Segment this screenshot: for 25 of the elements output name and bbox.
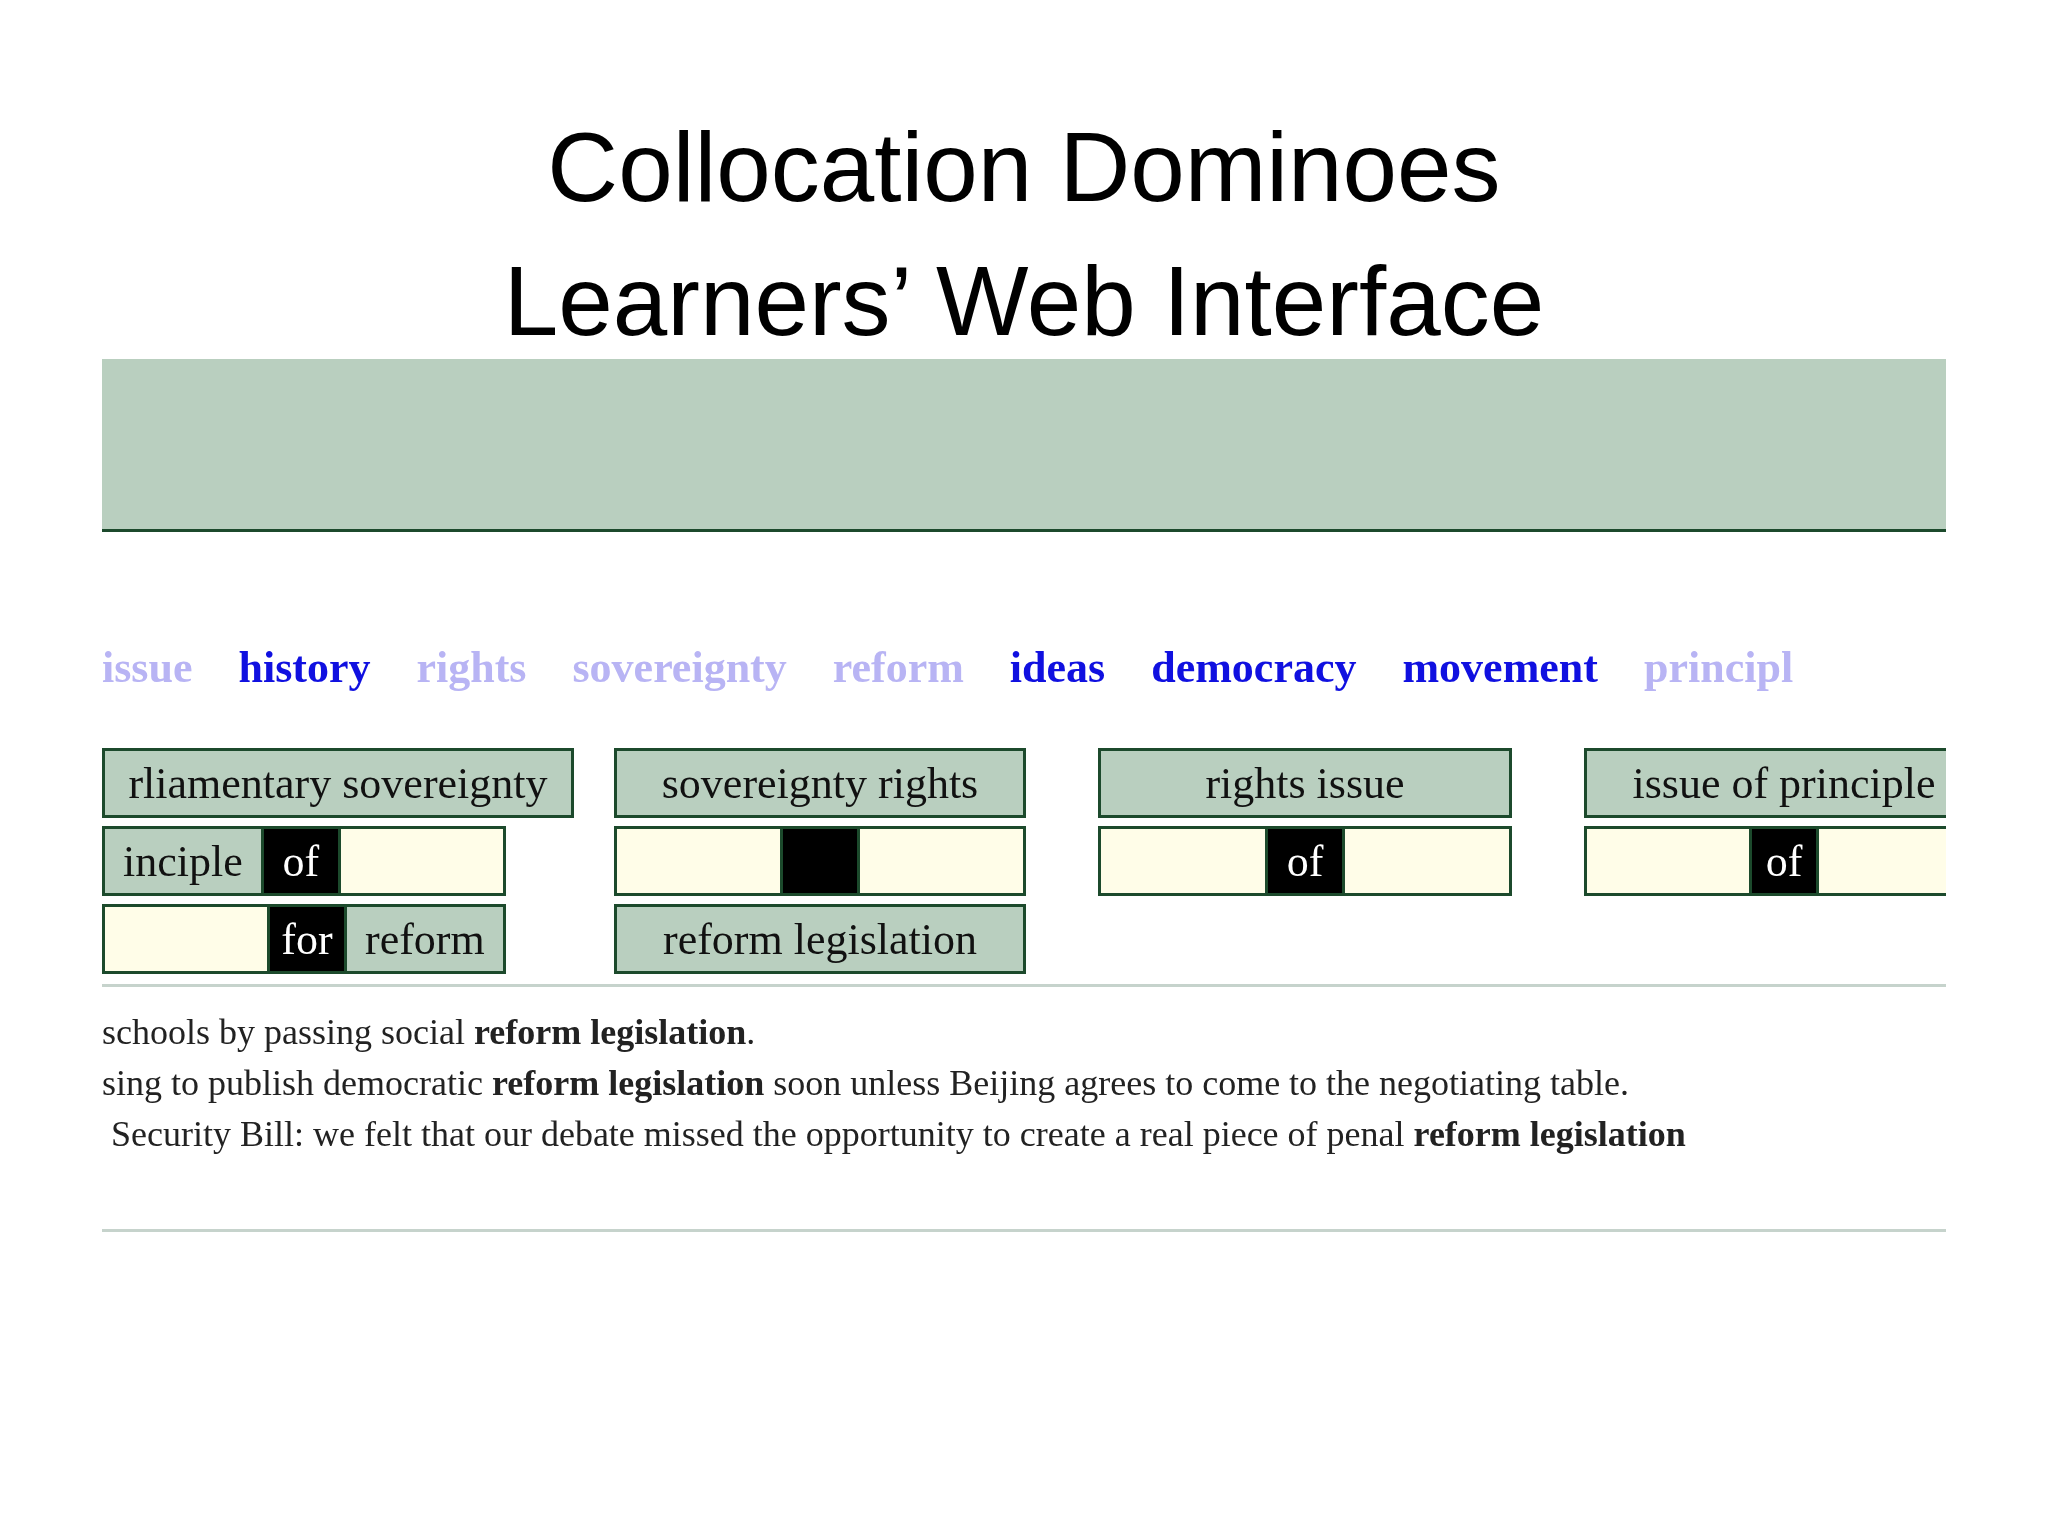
word-link[interactable]: reform [832, 641, 964, 693]
word-link[interactable]: issue [102, 641, 193, 693]
link-word-tile: of [1749, 829, 1819, 893]
word-link[interactable]: movement [1402, 641, 1598, 693]
word-link[interactable]: rights [416, 641, 527, 693]
collocation-tile: reform legislation [617, 907, 1023, 971]
link-word-tile: for [267, 907, 347, 971]
concordance-line: sing to publish democratic reform legislation soon unless Beijing agrees to come to the negotiating table. [102, 1062, 1631, 1105]
slide-title: Learners’ Web Interface [503, 245, 1545, 358]
concordance-line: schools by passing social reform legislation. [102, 1011, 757, 1054]
collocation-tile: rliamentary sovereignty [105, 751, 571, 815]
link-word-tile: of [1265, 829, 1345, 893]
link-word-tile: of [260, 829, 341, 893]
word-link[interactable]: democracy [1151, 641, 1357, 693]
collocation-tile: rights issue [1101, 751, 1509, 815]
word-link[interactable]: history [238, 641, 371, 693]
collocation-tile: sovereignty rights [617, 751, 1023, 815]
word-link[interactable]: ideas [1009, 641, 1106, 693]
word-link[interactable]: principl [1643, 641, 1794, 693]
concordance-line: Security Bill: we felt that our debate missed the opportunity to create a real piece of penal reform legislation [110, 1113, 1687, 1156]
word-link[interactable]: sovereignty [572, 641, 787, 693]
collocation-tile: inciple [105, 829, 261, 893]
slide-title: Collocation Dominoes [547, 111, 1501, 224]
collocation-tile: reform [347, 907, 503, 971]
collocation-tile: issue of principle [1587, 751, 1946, 815]
